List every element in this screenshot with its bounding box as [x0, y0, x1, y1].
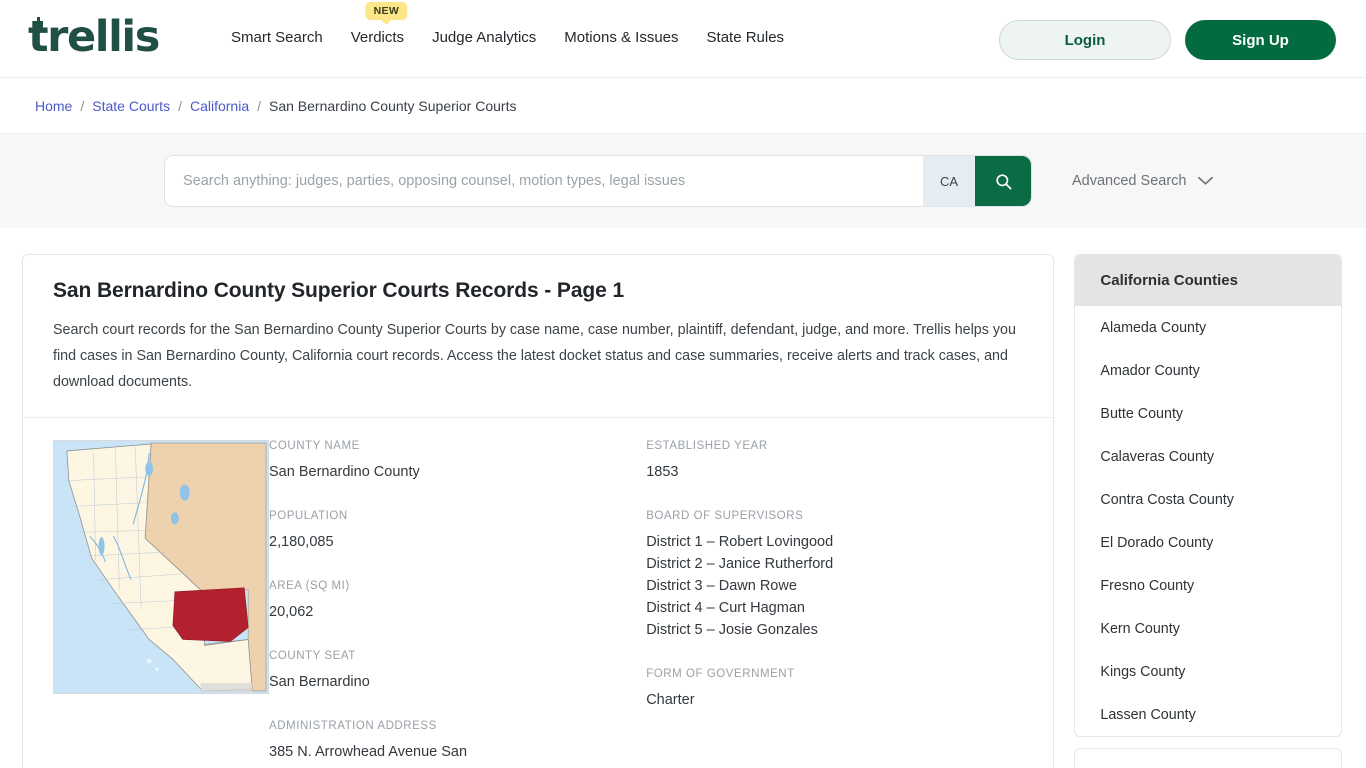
chevron-down-icon [1198, 176, 1214, 185]
auth-actions: Login Sign Up [999, 20, 1336, 60]
supervisor-row: District 1 – Robert Lovingood [646, 534, 834, 550]
admin-address-value: 385 N. Arrowhead Avenue San [269, 744, 468, 760]
page-body: San Bernardino County Superior Courts Re… [0, 228, 1366, 768]
california-counties-card: California Counties Alameda County Amado… [1074, 254, 1342, 737]
board-of-supervisors-label: BOARD OF SUPERVISORS [646, 510, 804, 522]
highlighted-county-shape [172, 587, 249, 642]
board-of-supervisors-list: District 1 – Robert Lovingood District 2… [646, 531, 1023, 641]
nav-label: Verdicts [350, 29, 405, 46]
login-button[interactable]: Login [999, 20, 1171, 60]
main-column: San Bernardino County Superior Courts Re… [22, 254, 1055, 768]
county-map [53, 440, 269, 768]
signup-button[interactable]: Sign Up [1185, 20, 1336, 60]
nav-label: State Rules [706, 29, 785, 46]
supervisor-row: District 4 – Curt Hagman [646, 600, 805, 616]
sidebar-secondary-card [1074, 748, 1342, 768]
county-seat-label: COUNTY SEAT [269, 650, 356, 662]
county-seat-value: San Bernardino [269, 674, 370, 690]
logo-text: trellis [28, 12, 160, 62]
fact-columns: COUNTY NAME San Bernardino County POPULA… [269, 440, 1023, 768]
established-year-value: 1853 [646, 464, 679, 480]
nav-item-smart-search[interactable]: Smart Search [231, 27, 341, 48]
california-map-image [53, 440, 269, 694]
form-of-government-label: FORM OF GOVERNMENT [646, 668, 795, 680]
advanced-search-label: Advanced Search [1072, 173, 1187, 189]
supervisor-row: District 5 – Josie Gonzales [646, 622, 818, 638]
sidebar-item-el-dorado[interactable]: El Dorado County [1075, 521, 1341, 564]
sidebar-item-lassen[interactable]: Lassen County [1075, 693, 1341, 736]
supervisor-row: District 3 – Dawn Rowe [646, 578, 797, 594]
search-icon [995, 173, 1011, 189]
sidebar-item-calaveras[interactable]: Calaveras County [1075, 435, 1341, 478]
form-of-government-value: Charter [646, 692, 695, 708]
california-map-svg [54, 441, 268, 693]
sidebar-item-kings[interactable]: Kings County [1075, 650, 1341, 693]
search-band: CA Advanced Search [0, 133, 1366, 228]
county-name-label: COUNTY NAME [269, 440, 360, 452]
sidebar-item-amador[interactable]: Amador County [1075, 349, 1341, 392]
area-label: AREA (SQ MI) [269, 580, 350, 592]
county-name-value: San Bernardino County [269, 464, 420, 480]
sidebar-item-contra-costa[interactable]: Contra Costa County [1075, 478, 1341, 521]
search-input[interactable] [165, 156, 923, 206]
nav-item-motions-issues[interactable]: Motions & Issues [564, 27, 696, 48]
trellis-logo[interactable]: trellis [28, 16, 160, 59]
sidebar: California Counties Alameda County Amado… [1074, 254, 1342, 768]
breadcrumb-item-home[interactable]: Home [35, 98, 72, 114]
page-description: Search court records for the San Bernard… [53, 322, 1016, 390]
admin-address-label: ADMINISTRATION ADDRESS [269, 720, 437, 732]
breadcrumb-current: San Bernardino County Superior Courts [269, 97, 517, 114]
records-card-header: San Bernardino County Superior Courts Re… [23, 255, 1054, 418]
established-year-label: ESTABLISHED YEAR [646, 440, 768, 452]
population-value: 2,180,085 [269, 534, 334, 550]
logo-glyph-icon [34, 17, 43, 31]
state-selector[interactable]: CA [923, 156, 975, 206]
site-header: trellis Smart Search NEW Verdicts Judge … [0, 0, 1366, 78]
sidebar-heading: California Counties [1075, 255, 1341, 306]
sidebar-item-fresno[interactable]: Fresno County [1075, 564, 1341, 607]
search-bar: CA [164, 155, 1032, 207]
fact-column-left: COUNTY NAME San Bernardino County POPULA… [269, 440, 646, 768]
area-value: 20,062 [269, 604, 314, 620]
county-facts: COUNTY NAME San Bernardino County POPULA… [23, 418, 1053, 768]
sidebar-item-butte[interactable]: Butte County [1075, 392, 1341, 435]
nav-label: Motions & Issues [564, 29, 679, 46]
nav-label: Judge Analytics [432, 29, 537, 46]
nav-item-verdicts[interactable]: NEW Verdicts [350, 2, 422, 48]
nav-item-state-rules[interactable]: State Rules [707, 27, 785, 48]
breadcrumb-separator: / [80, 97, 85, 114]
breadcrumb: Home / State Courts / California / San B… [0, 78, 1366, 133]
breadcrumb-item-state-courts[interactable]: State Courts [92, 98, 170, 114]
records-card: San Bernardino County Superior Courts Re… [22, 254, 1055, 768]
breadcrumb-separator: / [257, 97, 261, 114]
search-submit-button[interactable] [975, 156, 1031, 206]
supervisor-row: District 2 – Janice Rutherford [646, 556, 834, 572]
breadcrumb-separator: / [178, 97, 182, 114]
sidebar-item-alameda[interactable]: Alameda County [1075, 306, 1341, 349]
population-label: POPULATION [269, 510, 348, 522]
nav-label: Smart Search [231, 29, 323, 46]
nav-item-judge-analytics[interactable]: Judge Analytics [432, 27, 554, 48]
breadcrumb-item-california[interactable]: California [190, 98, 249, 114]
page-title: San Bernardino County Superior Courts Re… [53, 279, 625, 302]
primary-nav: Smart Search NEW Verdicts Judge Analytic… [231, 2, 785, 48]
fact-column-right: ESTABLISHED YEAR 1853 BOARD OF SUPERVISO… [646, 440, 1023, 768]
advanced-search-toggle[interactable]: Advanced Search [1072, 173, 1214, 189]
new-badge: NEW [365, 2, 408, 20]
sidebar-item-kern[interactable]: Kern County [1075, 607, 1341, 650]
